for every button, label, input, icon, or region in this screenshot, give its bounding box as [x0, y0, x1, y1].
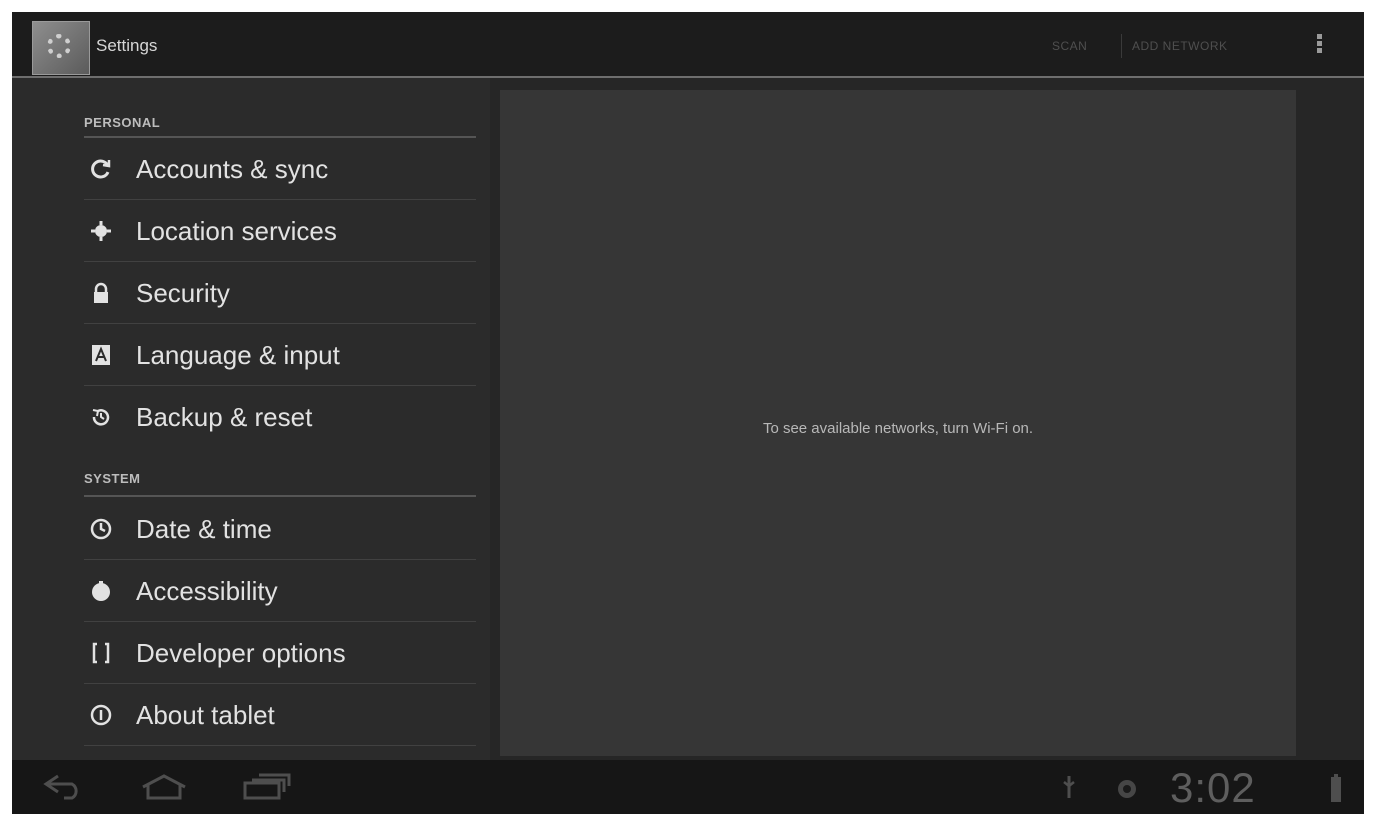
section-header-personal: PERSONAL: [84, 115, 161, 130]
add-network-button[interactable]: ADD NETWORK: [1132, 39, 1228, 53]
settings-item-label: Language & input: [136, 340, 340, 370]
recent-apps-icon[interactable]: [242, 772, 292, 800]
clock-icon: [90, 518, 112, 540]
row-divider: [84, 323, 476, 324]
wifi-off-message: To see available networks, turn Wi-Fi on…: [762, 420, 1034, 437]
settings-item-label: Backup & reset: [136, 402, 313, 432]
settings-item-label: Accessibility: [136, 576, 278, 606]
settings-item-label: About tablet: [136, 700, 275, 730]
system-bar: 3:02: [12, 760, 1364, 814]
settings-item-label: Location services: [136, 216, 337, 246]
settings-item-about-tablet[interactable]: About tablet: [84, 686, 476, 746]
settings-item-date-time[interactable]: Date & time: [84, 500, 476, 560]
overflow-menu-button[interactable]: [1312, 32, 1326, 62]
location-icon: [91, 221, 111, 241]
wifi-icon: [1118, 780, 1136, 798]
section-divider: [84, 136, 476, 138]
action-bar: Settings SCAN ADD NETWORK: [12, 12, 1364, 78]
row-divider: [84, 683, 476, 684]
action-divider: [1121, 34, 1122, 58]
settings-item-accounts-sync[interactable]: Accounts & sync: [84, 140, 476, 200]
settings-item-security[interactable]: Security: [84, 264, 476, 324]
info-icon: [90, 704, 112, 726]
row-divider: [84, 559, 476, 560]
back-icon[interactable]: [42, 772, 86, 800]
row-divider: [84, 621, 476, 622]
settings-item-label: Accounts & sync: [136, 154, 329, 184]
gear-icon: [47, 34, 71, 58]
settings-item-backup-reset[interactable]: Backup & reset: [84, 388, 476, 448]
braces-icon: [92, 642, 110, 664]
keyboard-language-icon: [92, 345, 110, 365]
settings-item-developer-options[interactable]: Developer options: [84, 624, 476, 684]
row-divider: [84, 199, 476, 200]
scan-button[interactable]: SCAN: [1052, 39, 1087, 53]
sync-icon: [91, 159, 111, 179]
page-title: Settings: [96, 36, 158, 55]
wifi-detail-pane: To see available networks, turn Wi-Fi on…: [500, 90, 1296, 756]
settings-app-icon[interactable]: [32, 21, 90, 75]
row-divider: [84, 385, 476, 386]
home-icon[interactable]: [140, 772, 188, 800]
usb-icon: [1063, 776, 1075, 798]
settings-item-label: Security: [136, 278, 230, 308]
settings-item-language-input[interactable]: Language & input: [84, 326, 476, 386]
settings-item-location-services[interactable]: Location services: [84, 202, 476, 262]
settings-item-label: Date & time: [136, 514, 272, 544]
settings-list: PERSONAL Accounts & sync Location servic…: [12, 78, 490, 764]
settings-item-label: Developer options: [136, 638, 346, 668]
lock-icon: [94, 282, 108, 303]
screen: Settings SCAN ADD NETWORK PERSONAL Accou…: [12, 12, 1364, 814]
battery-icon: [1331, 774, 1341, 802]
accessibility-icon: [92, 581, 110, 601]
settings-item-accessibility[interactable]: Accessibility: [84, 562, 476, 622]
section-header-system: SYSTEM: [84, 471, 141, 486]
section-divider: [84, 495, 476, 497]
backup-icon: [92, 409, 110, 426]
clock[interactable]: 3:02: [1170, 764, 1256, 812]
row-divider: [84, 745, 476, 746]
row-divider: [84, 261, 476, 262]
